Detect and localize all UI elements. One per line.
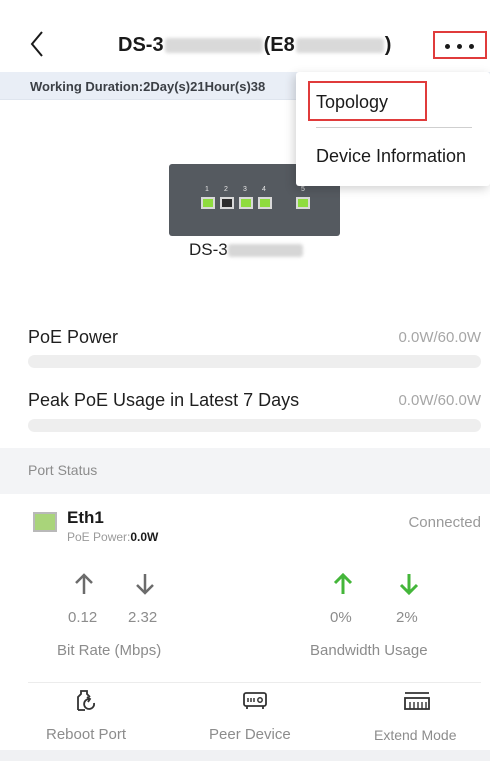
poe-power-value: 0.0W/60.0W	[398, 329, 481, 346]
port-poe-power: PoE Power:0.0W	[67, 530, 158, 544]
port-1-icon	[201, 197, 215, 209]
bottom-band	[0, 750, 490, 761]
port-number: 5	[301, 186, 305, 193]
port-status-badge: Connected	[408, 514, 481, 531]
device-model-label: DS-3	[189, 240, 303, 260]
peak-poe-value: 0.0W/60.0W	[398, 392, 481, 409]
port-status-header: Port Status	[0, 448, 490, 494]
reboot-port-button[interactable]: Reboot Port	[40, 686, 146, 746]
bandwidth-caption: Bandwidth Usage	[310, 642, 428, 659]
arrow-up-icon	[75, 573, 93, 594]
port-4-icon	[258, 197, 272, 209]
device-detail-screen: DS-3 (E8) Working Duration:2Day(s)21Hour(…	[0, 0, 490, 761]
bandwidth-down-value: 2%	[396, 609, 418, 626]
title-close: )	[384, 34, 392, 56]
reboot-icon	[77, 690, 95, 711]
arrow-down-icon	[136, 574, 154, 595]
port-poe-label: PoE Power:	[67, 530, 131, 544]
bit-rate-caption: Bit Rate (Mbps)	[57, 642, 162, 659]
port-number: 4	[262, 186, 266, 193]
redacted-serial	[295, 38, 384, 54]
bit-rate-up-value: 0.12	[68, 609, 98, 626]
working-duration: Working Duration:2Day(s)21Hour(s)38	[30, 79, 266, 94]
extend-mode-icon	[404, 692, 430, 710]
redacted-model	[227, 244, 303, 258]
poe-power-label: PoE Power	[28, 327, 119, 347]
peak-poe-bar	[28, 419, 481, 432]
bandwidth-up-value: 0%	[330, 609, 352, 626]
bandwidth-up-icon	[333, 572, 353, 594]
menu-item-device-information[interactable]: Device Information	[316, 146, 466, 167]
port-number: 3	[243, 186, 247, 193]
port-2-icon	[220, 197, 234, 209]
peer-device-label: Peer Device	[209, 726, 291, 743]
more-dot-icon	[457, 44, 462, 49]
port-number: 2	[224, 186, 228, 193]
port-5-icon	[296, 197, 310, 209]
title-prefix: DS-3	[118, 34, 164, 56]
bit-rate-down-value: 2.32	[128, 609, 158, 626]
device-model-prefix: DS-3	[189, 240, 228, 259]
page-title: DS-3 (E8)	[118, 34, 391, 57]
reboot-port-label: Reboot Port	[46, 726, 127, 743]
port-3-icon	[239, 197, 253, 209]
bandwidth-down-icon	[399, 574, 419, 596]
header: DS-3 (E8)	[0, 0, 490, 72]
menu-item-topology[interactable]: Topology	[308, 81, 427, 121]
extend-mode-button[interactable]: Extend Mode	[370, 686, 470, 746]
menu-divider	[316, 127, 472, 128]
port-name: Eth1	[67, 508, 104, 527]
poe-power-bar	[28, 355, 481, 368]
peak-poe-label: Peak PoE Usage in Latest 7 Days	[28, 390, 300, 410]
peer-device-icon	[243, 692, 267, 709]
port-poe-value: 0.0W	[130, 530, 159, 544]
more-options-button[interactable]	[433, 31, 487, 59]
actions-divider	[28, 682, 481, 683]
title-suffix: (E8	[263, 34, 295, 56]
peer-device-button[interactable]: Peer Device	[205, 686, 315, 746]
more-options-menu: Topology Device Information	[296, 72, 490, 186]
back-icon[interactable]	[26, 28, 50, 60]
port-number: 1	[205, 186, 209, 193]
redacted-model	[164, 38, 263, 54]
ethernet-port-icon	[33, 512, 57, 532]
more-dot-icon	[445, 44, 450, 49]
extend-mode-label: Extend Mode	[374, 727, 457, 743]
port-status-title: Port Status	[28, 462, 98, 478]
more-dot-icon	[469, 44, 474, 49]
